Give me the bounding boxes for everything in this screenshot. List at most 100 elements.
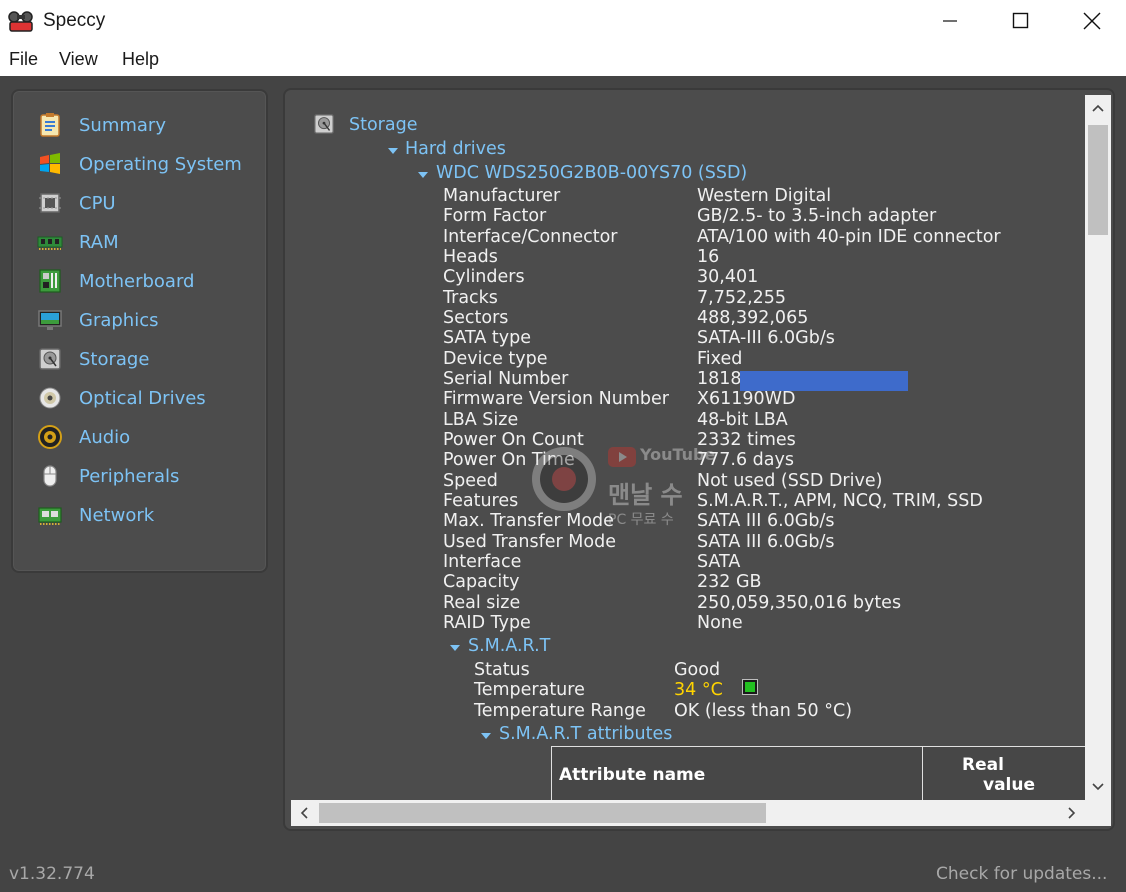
smart-attributes-node[interactable]: S.M.A.R.T attributes xyxy=(499,724,672,744)
sidebar-item-label: RAM xyxy=(79,231,119,253)
sidebar-item-audio[interactable]: Audio xyxy=(37,422,130,452)
column-header-real[interactable]: Real xyxy=(962,755,1004,775)
title-bar: Speccy xyxy=(0,0,1126,42)
smart-status-label: Status xyxy=(474,660,530,680)
watermark-channel-text: 맨날 수 xyxy=(608,481,683,509)
property-value: ATA/100 with 40-pin IDE connector xyxy=(697,227,1001,247)
horizontal-scroll-thumb[interactable] xyxy=(319,803,766,823)
sidebar-item-label: Summary xyxy=(79,114,166,136)
cpu-icon xyxy=(39,193,61,213)
sidebar-item-peripherals[interactable]: Peripherals xyxy=(37,461,179,491)
drive-node[interactable]: WDC WDS250G2B0B-00YS70 (SSD) xyxy=(436,163,747,183)
scrollbar-corner xyxy=(1085,800,1111,826)
collapse-arrow-icon[interactable] xyxy=(418,172,428,178)
property-key: RAID Type xyxy=(443,613,531,633)
smart-node[interactable]: S.M.A.R.T xyxy=(468,636,550,656)
watermark-youtube-text: YouTube xyxy=(640,445,716,464)
optical-disc-icon xyxy=(39,387,61,409)
chevron-right-icon xyxy=(1068,807,1076,819)
menu-bar: File View Help xyxy=(0,42,1126,76)
property-value: Fixed xyxy=(697,349,743,369)
property-value: SATA xyxy=(697,552,741,572)
property-value: 1818 xyxy=(697,369,742,389)
check-for-updates-link[interactable]: Check for updates... xyxy=(936,864,1107,884)
chevron-up-icon xyxy=(1092,104,1104,112)
property-key: Capacity xyxy=(443,572,520,592)
sidebar-item-network[interactable]: Network xyxy=(37,500,154,530)
sidebar-nav: Summary Operating System CPU RAM Motherb… xyxy=(11,89,268,573)
column-divider xyxy=(922,747,923,800)
window-title: Speccy xyxy=(43,10,106,31)
sidebar-item-cpu[interactable]: CPU xyxy=(37,188,116,218)
sidebar-item-summary[interactable]: Summary xyxy=(37,110,166,140)
sidebar-item-label: Operating System xyxy=(79,153,242,175)
sidebar-item-ram[interactable]: RAM xyxy=(37,227,119,257)
sidebar-item-label: Storage xyxy=(79,348,150,370)
scroll-left-button[interactable] xyxy=(291,800,317,826)
property-key: Used Transfer Mode xyxy=(443,532,616,552)
property-value: S.M.A.R.T., APM, NCQ, TRIM, SSD xyxy=(697,491,983,511)
vertical-scroll-thumb[interactable] xyxy=(1088,125,1108,235)
property-key: Cylinders xyxy=(443,267,525,287)
mouse-icon xyxy=(43,465,57,487)
smart-temperature-label: Temperature xyxy=(474,680,585,700)
smart-attributes-table: Attribute name Real value xyxy=(551,746,1085,800)
sidebar-item-label: Graphics xyxy=(79,309,159,331)
monitor-icon xyxy=(38,310,62,330)
collapse-arrow-icon[interactable] xyxy=(450,645,460,651)
chevron-left-icon xyxy=(300,807,308,819)
youtube-icon xyxy=(608,447,636,467)
menu-help[interactable]: Help xyxy=(122,49,159,70)
collapse-arrow-icon[interactable] xyxy=(481,733,491,739)
menu-file[interactable]: File xyxy=(9,49,38,70)
property-value: SATA-III 6.0Gb/s xyxy=(697,328,835,348)
sidebar-item-optical-drives[interactable]: Optical Drives xyxy=(37,383,206,413)
scroll-down-button[interactable] xyxy=(1085,774,1111,800)
storage-icon xyxy=(39,348,61,370)
property-key: Device type xyxy=(443,349,548,369)
minimize-button[interactable] xyxy=(915,0,985,42)
sidebar-item-operating-system[interactable]: Operating System xyxy=(37,149,242,179)
horizontal-scrollbar[interactable] xyxy=(291,800,1085,826)
section-heading: Storage xyxy=(349,115,418,135)
version-label: v1.32.774 xyxy=(9,864,95,884)
temperature-status-indicator xyxy=(742,679,758,695)
property-key: Form Factor xyxy=(443,206,547,226)
property-value: None xyxy=(697,613,743,633)
scroll-up-button[interactable] xyxy=(1085,95,1111,121)
property-key: Max. Transfer Mode xyxy=(443,511,614,531)
column-header-value[interactable]: value xyxy=(983,775,1035,795)
storage-icon xyxy=(314,114,334,134)
property-key: Heads xyxy=(443,247,498,267)
sidebar-item-label: Network xyxy=(79,504,155,526)
scroll-right-button[interactable] xyxy=(1059,800,1085,826)
windows-icon xyxy=(40,153,60,174)
sidebar-item-label: Motherboard xyxy=(79,270,195,292)
property-key: Tracks xyxy=(443,288,498,308)
watermark-subtitle-text: PC 무료 수 xyxy=(608,512,674,528)
minimize-icon xyxy=(943,20,957,22)
storage-details: Storage Hard drives WDC WDS250G2B0B-00YS… xyxy=(285,90,1085,800)
property-key: Interface/Connector xyxy=(443,227,618,247)
collapse-arrow-icon[interactable] xyxy=(388,148,398,154)
property-value: Western Digital xyxy=(697,186,832,206)
network-icon xyxy=(38,507,62,525)
hard-drives-node[interactable]: Hard drives xyxy=(405,139,506,159)
property-key: Serial Number xyxy=(443,369,569,389)
property-value: SATA III 6.0Gb/s xyxy=(697,532,835,552)
close-button[interactable] xyxy=(1057,0,1126,42)
menu-view[interactable]: View xyxy=(59,49,98,70)
maximize-button[interactable] xyxy=(986,0,1056,42)
ram-icon xyxy=(37,236,63,250)
watermark-logo-icon xyxy=(532,447,596,511)
sidebar-item-label: Peripherals xyxy=(79,465,180,487)
column-header-attribute-name[interactable]: Attribute name xyxy=(559,765,705,785)
sidebar-item-graphics[interactable]: Graphics xyxy=(37,305,159,335)
sidebar-item-storage[interactable]: Storage xyxy=(37,344,149,374)
vertical-scrollbar[interactable] xyxy=(1085,95,1111,800)
redaction-block xyxy=(740,371,908,391)
property-value: GB/2.5- to 3.5-inch adapter xyxy=(697,206,937,226)
sidebar-item-motherboard[interactable]: Motherboard xyxy=(37,266,194,296)
property-value: 250,059,350,016 bytes xyxy=(697,593,902,613)
property-key: Real size xyxy=(443,593,521,613)
